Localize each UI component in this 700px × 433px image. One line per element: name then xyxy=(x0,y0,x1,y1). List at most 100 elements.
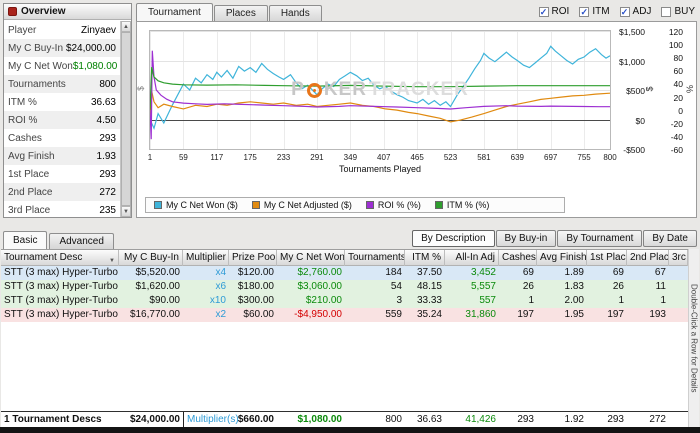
table-cell: 33.33 xyxy=(416,295,442,306)
button-by-buy-in[interactable]: By Buy-in xyxy=(495,230,557,247)
overview-row-label: Cashes xyxy=(8,132,42,144)
summary-cell: 36.63 xyxy=(416,414,442,425)
table-row[interactable]: STT (3 max) Hyper-Turbo $1,620.00 x6 $180.0… xyxy=(1,280,688,294)
legend-swatch xyxy=(154,201,162,209)
column-header-prize-pool[interactable]: Prize Pool xyxy=(229,250,277,266)
overview-row-value: 4.50 xyxy=(96,114,116,126)
overview-row[interactable]: Avg Finish 1.93 xyxy=(4,147,120,165)
overview-row[interactable]: Player Zinyaev xyxy=(4,21,120,39)
percent-tick-label: 20 xyxy=(673,92,683,103)
overview-row[interactable]: 2nd Place 272 xyxy=(4,183,120,201)
tab-tournament[interactable]: Tournament xyxy=(136,3,213,21)
column-header-label: My C Net Won xyxy=(280,252,345,263)
overview-row[interactable]: ITM % 36.63 xyxy=(4,93,120,111)
overview-scrollbar[interactable]: ▲ ▼ xyxy=(120,21,131,217)
column-header-label: Multiplier xyxy=(186,252,227,263)
tab-hands[interactable]: Hands xyxy=(268,5,322,21)
button-by-tournament[interactable]: By Tournament xyxy=(557,230,643,247)
table-cell: 193 xyxy=(649,309,666,320)
column-header-tournaments[interactable]: Tournaments xyxy=(345,250,405,266)
table-cell: 26 xyxy=(612,281,624,292)
percent-tick-label: 0 xyxy=(678,105,683,116)
table-cell: 5,557 xyxy=(470,281,496,292)
column-header-avg-finish[interactable]: Avg Finish xyxy=(537,250,587,266)
scrollbar-thumb[interactable] xyxy=(121,32,131,206)
x-axis-label: Tournaments Played xyxy=(338,164,422,174)
toggle-adj[interactable]: ✓ ADJ xyxy=(619,6,652,17)
overview-row[interactable]: ROI % 4.50 xyxy=(4,111,120,129)
toggle-buy[interactable]: BUY xyxy=(661,6,695,17)
toggle-roi[interactable]: ✓ ROI xyxy=(538,6,570,17)
table-cell: 11 xyxy=(655,281,666,292)
percent-axis-ticks: 120 100 80 60 40 20 0 -20 -40 -60 xyxy=(655,27,683,155)
table-row[interactable]: STT (3 max) Hyper-Turbo $5,520.00 x4 $120.0… xyxy=(1,266,688,280)
column-header-my-c-net-won[interactable]: My C Net Won xyxy=(277,250,345,266)
table-cell: 184 xyxy=(385,267,402,278)
column-header-2nd-place[interactable]: 2nd Place xyxy=(627,250,669,266)
overview-row[interactable]: Tournaments 800 xyxy=(4,75,120,93)
legend-swatch xyxy=(365,201,374,209)
details-hint-strip: Double-Click a Row for Details xyxy=(688,249,699,427)
column-header-cashes[interactable]: Cashes xyxy=(499,250,537,266)
column-header-3rc[interactable]: 3rc xyxy=(669,250,688,266)
table-cell: STT (3 max) Hyper-Turbo xyxy=(4,281,118,292)
overview-row[interactable]: My C Net Won $1,080.00 xyxy=(4,57,120,75)
scroll-down-icon[interactable]: ▼ xyxy=(121,206,131,217)
table-cell: x4 xyxy=(215,267,226,278)
button-by-description[interactable]: By Description xyxy=(412,230,495,247)
x-tick-label: 349 xyxy=(343,153,358,162)
table-cell: 1.89 xyxy=(564,267,584,278)
toggle-itm[interactable]: ✓ ITM xyxy=(579,6,610,17)
overview-row-value: $24,000.00 xyxy=(65,42,116,54)
table-cell xyxy=(669,280,688,294)
toggle-label: ROI xyxy=(551,6,570,17)
table-row[interactable]: STT (3 max) Hyper-Turbo $90.00 x10 $300.00 $… xyxy=(1,294,688,308)
column-header-all-in-adj[interactable]: All-In Adj xyxy=(445,250,499,266)
overview-row-label: Tournaments xyxy=(8,78,66,90)
toggle-label: ADJ xyxy=(632,6,652,17)
legend-item: ROI % (%) xyxy=(365,200,421,210)
legend-swatch xyxy=(434,201,443,209)
tab-basic[interactable]: Basic xyxy=(3,231,48,249)
overview-row-label: My C Net Won xyxy=(8,60,73,72)
column-header-itm[interactable]: ITM % xyxy=(405,250,445,266)
legend-item: ITM % (%) xyxy=(434,200,489,210)
checkbox-adj[interactable]: ✓ xyxy=(619,6,630,17)
checkbox-roi[interactable]: ✓ xyxy=(538,6,549,17)
overview-row-value: 272 xyxy=(99,186,116,198)
table-cell: 1 xyxy=(618,295,624,306)
overview-row[interactable]: 1st Place 293 xyxy=(4,165,120,183)
x-tick-label: 755 xyxy=(577,153,591,162)
tab-places[interactable]: Places xyxy=(213,5,268,21)
legend-item: My C Net Won ($) xyxy=(154,200,238,210)
overview-header[interactable]: Overview xyxy=(4,4,131,20)
column-header-multiplier[interactable]: Multiplier xyxy=(183,250,229,266)
column-header-label: Tournaments xyxy=(348,252,405,263)
overview-row-value: $1,080.00 xyxy=(72,60,118,72)
button-by-date[interactable]: By Date xyxy=(643,230,697,247)
table-cell: $60.00 xyxy=(243,309,274,320)
x-tick-label: 523 xyxy=(443,153,458,162)
overview-row[interactable]: Cashes 293 xyxy=(4,129,120,147)
x-tick-label: 697 xyxy=(544,153,558,162)
checkbox-buy[interactable] xyxy=(661,6,672,17)
series-line-my-c-net-won xyxy=(150,45,610,131)
column-header-1st-place[interactable]: 1st Place xyxy=(587,250,627,266)
overview-row[interactable]: 3rd Place 235 xyxy=(4,201,120,217)
table-row[interactable]: STT (3 max) Hyper-Turbo $16,770.00 x2 $60.0… xyxy=(1,308,688,322)
column-header-tournament-desc[interactable]: Tournament Desc ▼ xyxy=(1,250,119,266)
overview-row-label: ROI % xyxy=(8,114,38,126)
checkbox-itm[interactable]: ✓ xyxy=(579,6,590,17)
column-header-label: My C Buy-In xyxy=(123,252,179,263)
overview-row[interactable]: My C Buy-In $24,000.00 xyxy=(4,39,120,57)
x-tick-label: 117 xyxy=(210,153,224,162)
overview-icon xyxy=(8,7,17,16)
tab-advanced[interactable]: Advanced xyxy=(49,233,114,249)
table-cell: STT (3 max) Hyper-Turbo xyxy=(4,267,118,278)
table-cell: 31,860 xyxy=(465,309,496,320)
chart-legend: My C Net Won ($) My C Net Adjusted ($) ROI… xyxy=(145,197,565,213)
column-header-my-c-buy-in[interactable]: My C Buy-In xyxy=(119,250,183,266)
scroll-up-icon[interactable]: ▲ xyxy=(121,21,131,32)
column-header-label: ITM % xyxy=(412,252,441,263)
table-cell: x2 xyxy=(215,309,226,320)
